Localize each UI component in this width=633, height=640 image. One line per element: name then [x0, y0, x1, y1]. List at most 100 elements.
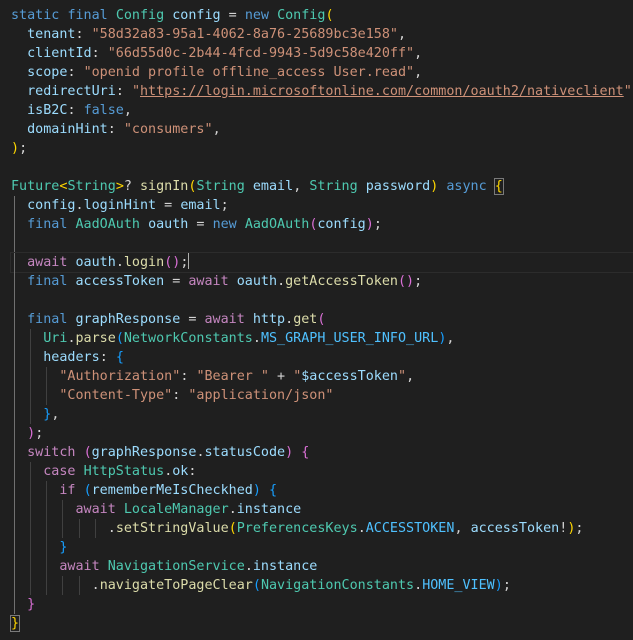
code-line[interactable]: }, — [11, 405, 633, 424]
indent-guide — [62, 576, 64, 595]
code-area[interactable]: static final Config config = new Config(… — [9, 6, 633, 633]
code-line[interactable] — [11, 291, 633, 310]
indent-guide — [46, 481, 48, 500]
code-editor[interactable]: static final Config config = new Config(… — [0, 0, 633, 640]
code-token: , — [454, 521, 471, 536]
code-line[interactable]: } — [9, 614, 633, 633]
code-line[interactable] — [11, 158, 633, 177]
code-token: ; — [502, 578, 511, 593]
code-token: "Bearer " — [196, 369, 269, 384]
code-line[interactable]: .navigateToPageClear(NavigationConstants… — [11, 576, 633, 595]
code-line[interactable]: switch (graphResponse.statusCode) { — [11, 443, 633, 462]
code-line[interactable]: config.loginHint = email; — [11, 196, 633, 215]
code-token: ( — [83, 445, 92, 460]
code-line[interactable]: clientId: "66d55d0c-2b44-4fcd-9943-5d9c5… — [11, 44, 633, 63]
code-token: static — [11, 8, 60, 23]
code-line[interactable]: domainHint: "consumers", — [11, 120, 633, 139]
indent-guide — [14, 557, 15, 576]
code-line[interactable]: } — [11, 595, 633, 614]
code-token: { — [115, 350, 124, 365]
code-token: . — [11, 521, 116, 536]
code-token: switch — [27, 445, 76, 460]
code-line[interactable]: isB2C: false, — [11, 101, 633, 120]
indent-guide — [14, 595, 15, 614]
code-token: ( — [115, 331, 124, 346]
code-token: new — [244, 8, 269, 23]
code-token: ; — [35, 426, 44, 441]
code-token: ( — [228, 521, 237, 536]
code-token: . — [75, 198, 84, 213]
indent-guide — [46, 367, 48, 386]
code-line[interactable]: final AadOAuth oauth = new AadOAuth(conf… — [11, 215, 633, 234]
code-token[interactable]: https://login.microsoftonline.com/common… — [140, 84, 624, 99]
code-line[interactable]: await NavigationService.instance — [11, 557, 633, 576]
code-token: ; — [575, 521, 584, 536]
code-token: , — [414, 46, 423, 61]
code-token: ) — [27, 426, 36, 441]
code-line[interactable] — [11, 234, 633, 253]
code-token: , — [406, 369, 415, 384]
code-line[interactable]: Uri.parse(NetworkConstants.MS_GRAPH_USER… — [11, 329, 633, 348]
code-line[interactable]: case HttpStatus.ok: — [11, 462, 633, 481]
code-token: ( — [252, 578, 261, 593]
code-line[interactable]: final graphResponse = await http.get( — [11, 310, 633, 329]
code-line[interactable]: ); — [11, 424, 633, 443]
code-token: ; — [19, 141, 28, 156]
code-token: parse — [75, 331, 116, 346]
indent-guide — [14, 443, 15, 462]
code-token: : — [67, 103, 84, 118]
code-token: ) — [365, 217, 374, 232]
code-line[interactable]: await oauth.login(); — [10, 252, 633, 273]
code-token: await — [27, 255, 68, 270]
code-token: Config — [115, 8, 165, 23]
code-token: : — [107, 122, 124, 137]
code-token: AadOAuth — [75, 217, 141, 232]
indent-guide — [30, 348, 32, 367]
code-token: domainHint — [27, 122, 108, 137]
code-token: > — [115, 179, 124, 194]
code-token: : — [188, 464, 197, 479]
code-line[interactable]: ); — [11, 139, 633, 158]
code-token: "Authorization" — [59, 369, 181, 384]
indent-guide — [14, 481, 15, 500]
indent-guide — [30, 557, 32, 576]
code-token: NetworkConstants — [123, 331, 253, 346]
code-token: instance — [252, 559, 318, 574]
code-line[interactable]: scope: "openid profile offline_access Us… — [11, 63, 633, 82]
code-token: new — [212, 217, 237, 232]
code-token: , — [414, 65, 423, 80]
code-line[interactable]: } — [11, 538, 633, 557]
code-line[interactable]: "Authorization": "Bearer " + "$accessTok… — [11, 367, 633, 386]
code-token: async — [446, 179, 487, 194]
code-token: Future — [11, 179, 60, 194]
code-token: clientId — [27, 46, 92, 61]
code-line[interactable]: if (rememberMeIsCheckhed) { — [11, 481, 633, 500]
code-line[interactable]: redirectUri: "https://login.microsoftonl… — [11, 82, 633, 101]
code-line[interactable]: tenant: "58d32a83-95a1-4062-8a76-25689bc… — [11, 25, 633, 44]
code-token: NavigationConstants — [260, 578, 415, 593]
code-line[interactable]: "Content-Type": "application/json" — [11, 386, 633, 405]
code-line[interactable]: headers: { — [11, 348, 633, 367]
code-line[interactable]: Future<String>? signIn(String email, Str… — [11, 177, 633, 196]
code-token: ; — [180, 255, 189, 270]
code-line[interactable]: .setStringValue(PreferencesKeys.ACCESSTO… — [11, 519, 633, 538]
code-token: , — [51, 407, 60, 422]
code-token: : — [91, 46, 108, 61]
code-line[interactable]: static final Config config = new Config( — [11, 6, 633, 25]
code-token: . — [244, 559, 253, 574]
code-token: " — [623, 84, 632, 99]
code-token: instance — [236, 502, 302, 517]
indent-guide — [30, 481, 32, 500]
indent-guide — [30, 386, 32, 405]
code-token: . — [285, 312, 294, 327]
code-line[interactable]: await LocaleManager.instance — [11, 500, 633, 519]
code-line[interactable]: final accessToken = await oauth.getAcces… — [11, 272, 633, 291]
code-token: : — [99, 350, 116, 365]
